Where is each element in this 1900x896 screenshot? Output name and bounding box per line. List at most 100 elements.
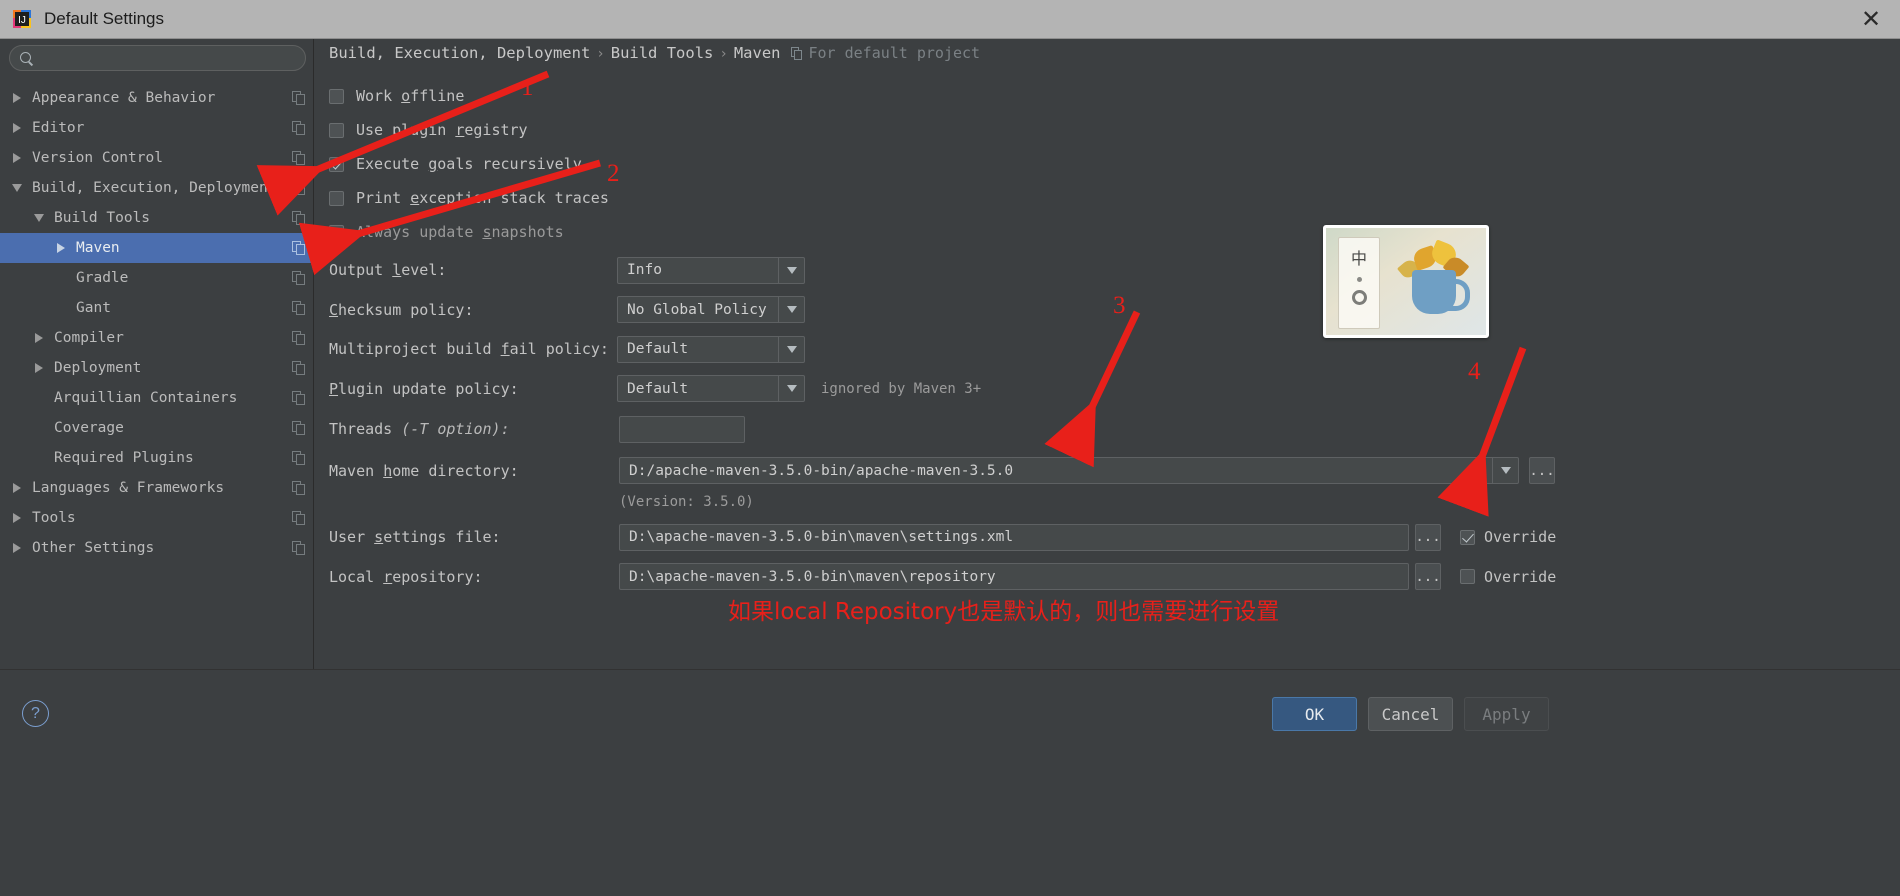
maven-home-browse-button[interactable]: ... [1529, 457, 1555, 485]
copy-settings-icon[interactable] [292, 181, 305, 195]
copy-settings-icon[interactable] [292, 541, 305, 555]
sidebar-item-label: Maven [76, 240, 120, 256]
help-button[interactable]: ? [22, 700, 49, 727]
sidebar-item-maven[interactable]: Maven [0, 233, 314, 263]
user-settings-browse-button[interactable]: ... [1415, 523, 1441, 551]
sidebar-item-label: Gradle [76, 270, 129, 286]
sidebar-item-compiler[interactable]: Compiler [0, 323, 314, 353]
plugin-update-policy-combo[interactable]: Default [617, 375, 805, 403]
copy-settings-icon[interactable] [292, 391, 305, 405]
output-level-value: Info [627, 262, 662, 279]
chevron-right-icon[interactable] [30, 363, 48, 373]
sidebar-item-deployment[interactable]: Deployment [0, 353, 314, 383]
local-repository-override[interactable]: Override [1460, 568, 1556, 586]
checkbox-always-update-snapshots[interactable] [329, 224, 344, 240]
checkbox-row-always-update-snapshots[interactable]: Always update snapshots [329, 215, 1900, 249]
search-field-wrapper[interactable] [9, 45, 306, 71]
sidebar-item-arquillian-containers[interactable]: Arquillian Containers [0, 383, 314, 413]
copy-settings-icon[interactable] [292, 121, 305, 135]
local-repository-override-checkbox[interactable] [1460, 569, 1475, 585]
output-level-combo[interactable]: Info [617, 256, 805, 284]
close-icon[interactable]: ✕ [1842, 0, 1900, 39]
breadcrumb-part-3[interactable]: Maven [734, 44, 781, 62]
chevron-down-icon[interactable] [778, 257, 804, 283]
sidebar-item-build-execution-deployment[interactable]: Build, Execution, Deployment [0, 173, 314, 203]
copy-settings-icon[interactable] [292, 421, 305, 435]
chevron-down-icon[interactable] [778, 336, 804, 362]
chevron-right-icon[interactable] [8, 483, 26, 493]
dialog-body: Appearance & Behavior Editor Version Contr… [0, 39, 1900, 896]
search-input[interactable] [40, 50, 305, 66]
settings-tree: Appearance & Behavior Editor Version Contr… [0, 83, 314, 563]
threads-input[interactable] [619, 415, 745, 443]
apply-button[interactable]: Apply [1464, 697, 1549, 731]
local-repository-input[interactable]: D:\apache-maven-3.5.0-bin\maven\reposito… [619, 563, 1409, 591]
sidebar-item-coverage[interactable]: Coverage [0, 413, 314, 443]
chevron-right-icon[interactable] [8, 123, 26, 133]
sidebar-item-version-control[interactable]: Version Control [0, 143, 314, 173]
chevron-right-icon[interactable] [30, 333, 48, 343]
checkbox-execute-goals-recursively[interactable] [329, 156, 344, 172]
multiproject-fail-policy-combo[interactable]: Default [617, 335, 805, 363]
copy-settings-icon[interactable] [292, 151, 305, 165]
sidebar-item-required-plugins[interactable]: Required Plugins [0, 443, 314, 473]
sidebar-item-label: Deployment [54, 360, 142, 376]
window-titlebar: IJ Default Settings ✕ [0, 0, 1900, 39]
checkbox-row-work-offline[interactable]: Work offline [329, 79, 1900, 113]
row-plugin-update-policy: Plugin update policy: Default ignored by… [329, 372, 1900, 407]
chevron-down-icon[interactable] [1492, 458, 1518, 484]
copy-settings-icon[interactable] [292, 91, 305, 105]
sidebar-item-gradle[interactable]: Gradle [0, 263, 314, 293]
chevron-right-icon[interactable] [8, 93, 26, 103]
checkbox-label-work-offline: Work offline [356, 87, 465, 105]
ok-button[interactable]: OK [1272, 697, 1357, 731]
multiproject-fail-policy-value: Default [627, 341, 689, 358]
copy-settings-icon[interactable] [292, 301, 305, 315]
copy-settings-icon[interactable] [292, 211, 305, 225]
breadcrumb-part-1[interactable]: Build, Execution, Deployment [329, 44, 590, 62]
sidebar-item-gant[interactable]: Gant [0, 293, 314, 323]
user-settings-input[interactable]: D:\apache-maven-3.5.0-bin\maven\settings… [619, 523, 1409, 551]
breadcrumb-part-2[interactable]: Build Tools [611, 44, 714, 62]
sidebar-item-label: Build, Execution, Deployment [32, 180, 277, 196]
chevron-down-icon[interactable] [778, 376, 804, 402]
user-settings-override[interactable]: Override [1460, 528, 1556, 546]
copy-settings-icon[interactable] [292, 451, 305, 465]
checkbox-use-plugin-registry[interactable] [329, 122, 344, 138]
sidebar-item-build-tools[interactable]: Build Tools [0, 203, 314, 233]
copy-settings-icon[interactable] [292, 241, 305, 255]
chevron-down-icon[interactable] [8, 184, 26, 192]
checksum-policy-value: No Global Policy [627, 301, 767, 318]
chevron-right-icon[interactable] [8, 543, 26, 553]
copy-settings-icon[interactable] [292, 331, 305, 345]
checkbox-work-offline[interactable] [329, 88, 344, 104]
chevron-right-icon[interactable] [52, 243, 70, 253]
copy-settings-icon[interactable] [292, 481, 305, 495]
copy-settings-icon[interactable] [292, 511, 305, 525]
sidebar-item-languages-frameworks[interactable]: Languages & Frameworks [0, 473, 314, 503]
local-repository-value: D:\apache-maven-3.5.0-bin\maven\reposito… [629, 568, 996, 585]
copy-settings-icon[interactable] [292, 361, 305, 375]
cancel-button[interactable]: Cancel [1368, 697, 1453, 731]
user-settings-override-checkbox[interactable] [1460, 529, 1475, 545]
chevron-down-icon[interactable] [30, 214, 48, 222]
sidebar-item-appearance-behavior[interactable]: Appearance & Behavior [0, 83, 314, 113]
chevron-right-icon[interactable] [8, 513, 26, 523]
sidebar-item-editor[interactable]: Editor [0, 113, 314, 143]
user-settings-override-label: Override [1484, 528, 1557, 547]
plugin-update-policy-hint: ignored by Maven 3+ [821, 380, 982, 397]
copy-settings-icon[interactable] [292, 271, 305, 285]
checkbox-row-execute-goals-recursively[interactable]: Execute goals recursively [329, 147, 1900, 181]
maven-home-combo[interactable]: D:/apache-maven-3.5.0-bin/apache-maven-3… [619, 457, 1519, 485]
chevron-down-icon[interactable] [778, 297, 804, 323]
checkbox-print-exception-stack-traces[interactable] [329, 190, 344, 206]
local-repository-browse-button[interactable]: ... [1415, 563, 1441, 591]
breadcrumb-separator: › [719, 46, 728, 62]
checkbox-row-print-exception-stack-traces[interactable]: Print exception stack traces [329, 181, 1900, 215]
maven-version-note: (Version: 3.5.0) [619, 493, 754, 510]
checksum-policy-combo[interactable]: No Global Policy [617, 296, 805, 324]
sidebar-item-other-settings[interactable]: Other Settings [0, 533, 314, 563]
chevron-right-icon[interactable] [8, 153, 26, 163]
sidebar-item-tools[interactable]: Tools [0, 503, 314, 533]
checkbox-row-use-plugin-registry[interactable]: Use plugin registry [329, 113, 1900, 147]
